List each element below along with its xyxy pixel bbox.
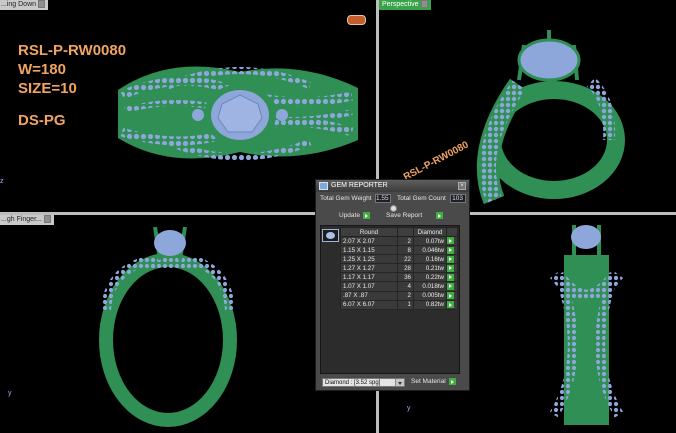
gem-size: 2.07 X 2.07 bbox=[340, 235, 398, 247]
gem-count: 2 bbox=[397, 235, 414, 247]
play-icon bbox=[447, 273, 454, 281]
set-material-button[interactable]: Set Material bbox=[411, 378, 456, 385]
gem-count: 8 bbox=[397, 245, 414, 256]
gem-weight: 0.07tw bbox=[413, 235, 447, 247]
play-icon bbox=[447, 264, 454, 272]
row-go-button[interactable] bbox=[446, 245, 458, 256]
row-go-button[interactable] bbox=[446, 281, 458, 292]
chevron-down-icon[interactable] bbox=[395, 379, 404, 386]
material-select[interactable]: Diamond : [3.52 spg] bbox=[322, 378, 405, 387]
table-row[interactable]: 6.07 X 6.07 1 0.82tw bbox=[340, 299, 458, 310]
table-row[interactable]: 1.15 X 1.15 8 0.046tw bbox=[340, 245, 458, 256]
gem-weight: 0.018tw bbox=[413, 281, 447, 292]
gem-thumbnail-icon bbox=[322, 229, 339, 242]
gem-table-container: Round Diamond 2.07 X 2.07 2 0.07tw 1.15 X 1… bbox=[320, 225, 460, 374]
gem-weight: 0.21tw bbox=[413, 263, 447, 274]
play-icon bbox=[447, 292, 454, 300]
gem-count: 4 bbox=[397, 281, 414, 292]
gem-count: 36 bbox=[397, 272, 414, 283]
col-header-round: Round bbox=[340, 227, 398, 237]
gem-count: 22 bbox=[397, 254, 414, 265]
row-go-button[interactable] bbox=[446, 290, 458, 301]
axis-indicator: y bbox=[8, 390, 12, 397]
gem-size: 1.07 X 1.07 bbox=[340, 281, 398, 292]
table-row[interactable]: .87 X .87 2 0.005tw bbox=[340, 290, 458, 301]
col-header-count bbox=[397, 227, 414, 237]
gem-count: 2 bbox=[397, 290, 414, 301]
material-footer: Diamond : [3.52 spg] Set Material bbox=[322, 378, 467, 388]
play-icon bbox=[436, 212, 444, 219]
table-row[interactable]: 2.07 X 2.07 2 0.07tw bbox=[340, 235, 458, 247]
row-go-button[interactable] bbox=[446, 263, 458, 274]
save-report-button[interactable]: Save Report bbox=[386, 212, 444, 219]
gem-size: 1.27 X 1.27 bbox=[340, 263, 398, 274]
gem-size: 1.17 X 1.17 bbox=[340, 272, 398, 283]
gem-size: .87 X .87 bbox=[340, 290, 398, 301]
axis-indicator: z bbox=[0, 178, 4, 185]
play-icon bbox=[447, 282, 454, 290]
gem-count: 1 bbox=[397, 299, 414, 310]
row-go-button[interactable] bbox=[446, 235, 458, 247]
play-icon bbox=[447, 255, 454, 263]
axis-indicator: y bbox=[407, 405, 411, 412]
total-count-value: 103 bbox=[450, 194, 466, 203]
gem-weight: 0.005tw bbox=[413, 290, 447, 301]
gem-size: 1.15 X 1.15 bbox=[340, 245, 398, 256]
total-weight-value: 1.55 bbox=[375, 194, 391, 203]
update-button[interactable]: Update bbox=[339, 212, 370, 219]
row-go-button[interactable] bbox=[446, 254, 458, 265]
gem-size: 1.25 X 1.25 bbox=[340, 254, 398, 265]
play-icon bbox=[447, 246, 454, 254]
total-count-label: Total Gem Count bbox=[397, 195, 446, 202]
row-go-button[interactable] bbox=[446, 299, 458, 310]
total-weight-label: Total Gem Weight bbox=[320, 195, 372, 202]
play-icon bbox=[448, 378, 456, 385]
play-icon bbox=[447, 301, 454, 309]
gem-weight: 0.22tw bbox=[413, 272, 447, 283]
play-icon bbox=[447, 237, 454, 245]
table-row[interactable]: 1.27 X 1.27 28 0.21tw bbox=[340, 263, 458, 274]
gem-weight: 0.046tw bbox=[413, 245, 447, 256]
panel-title: GEM REPORTER bbox=[331, 182, 388, 189]
gem-table: Round Diamond 2.07 X 2.07 2 0.07tw 1.15 X 1… bbox=[340, 227, 458, 310]
gem-icon bbox=[319, 182, 328, 190]
row-go-button[interactable] bbox=[446, 272, 458, 283]
gem-weight: 0.82tw bbox=[413, 299, 447, 310]
resize-handle[interactable] bbox=[390, 205, 397, 212]
play-icon bbox=[362, 212, 370, 219]
gem-weight: 0.16tw bbox=[413, 254, 447, 265]
table-row[interactable]: 1.25 X 1.25 22 0.16tw bbox=[340, 254, 458, 265]
col-header-diamond: Diamond bbox=[413, 227, 447, 237]
table-row[interactable]: 1.17 X 1.17 36 0.22tw bbox=[340, 272, 458, 283]
close-icon[interactable]: × bbox=[458, 182, 466, 190]
table-row[interactable]: 1.07 X 1.07 4 0.018tw bbox=[340, 281, 458, 292]
gem-count: 28 bbox=[397, 263, 414, 274]
gem-size: 6.07 X 6.07 bbox=[340, 299, 398, 310]
panel-title-bar[interactable]: GEM REPORTER × bbox=[316, 180, 469, 192]
